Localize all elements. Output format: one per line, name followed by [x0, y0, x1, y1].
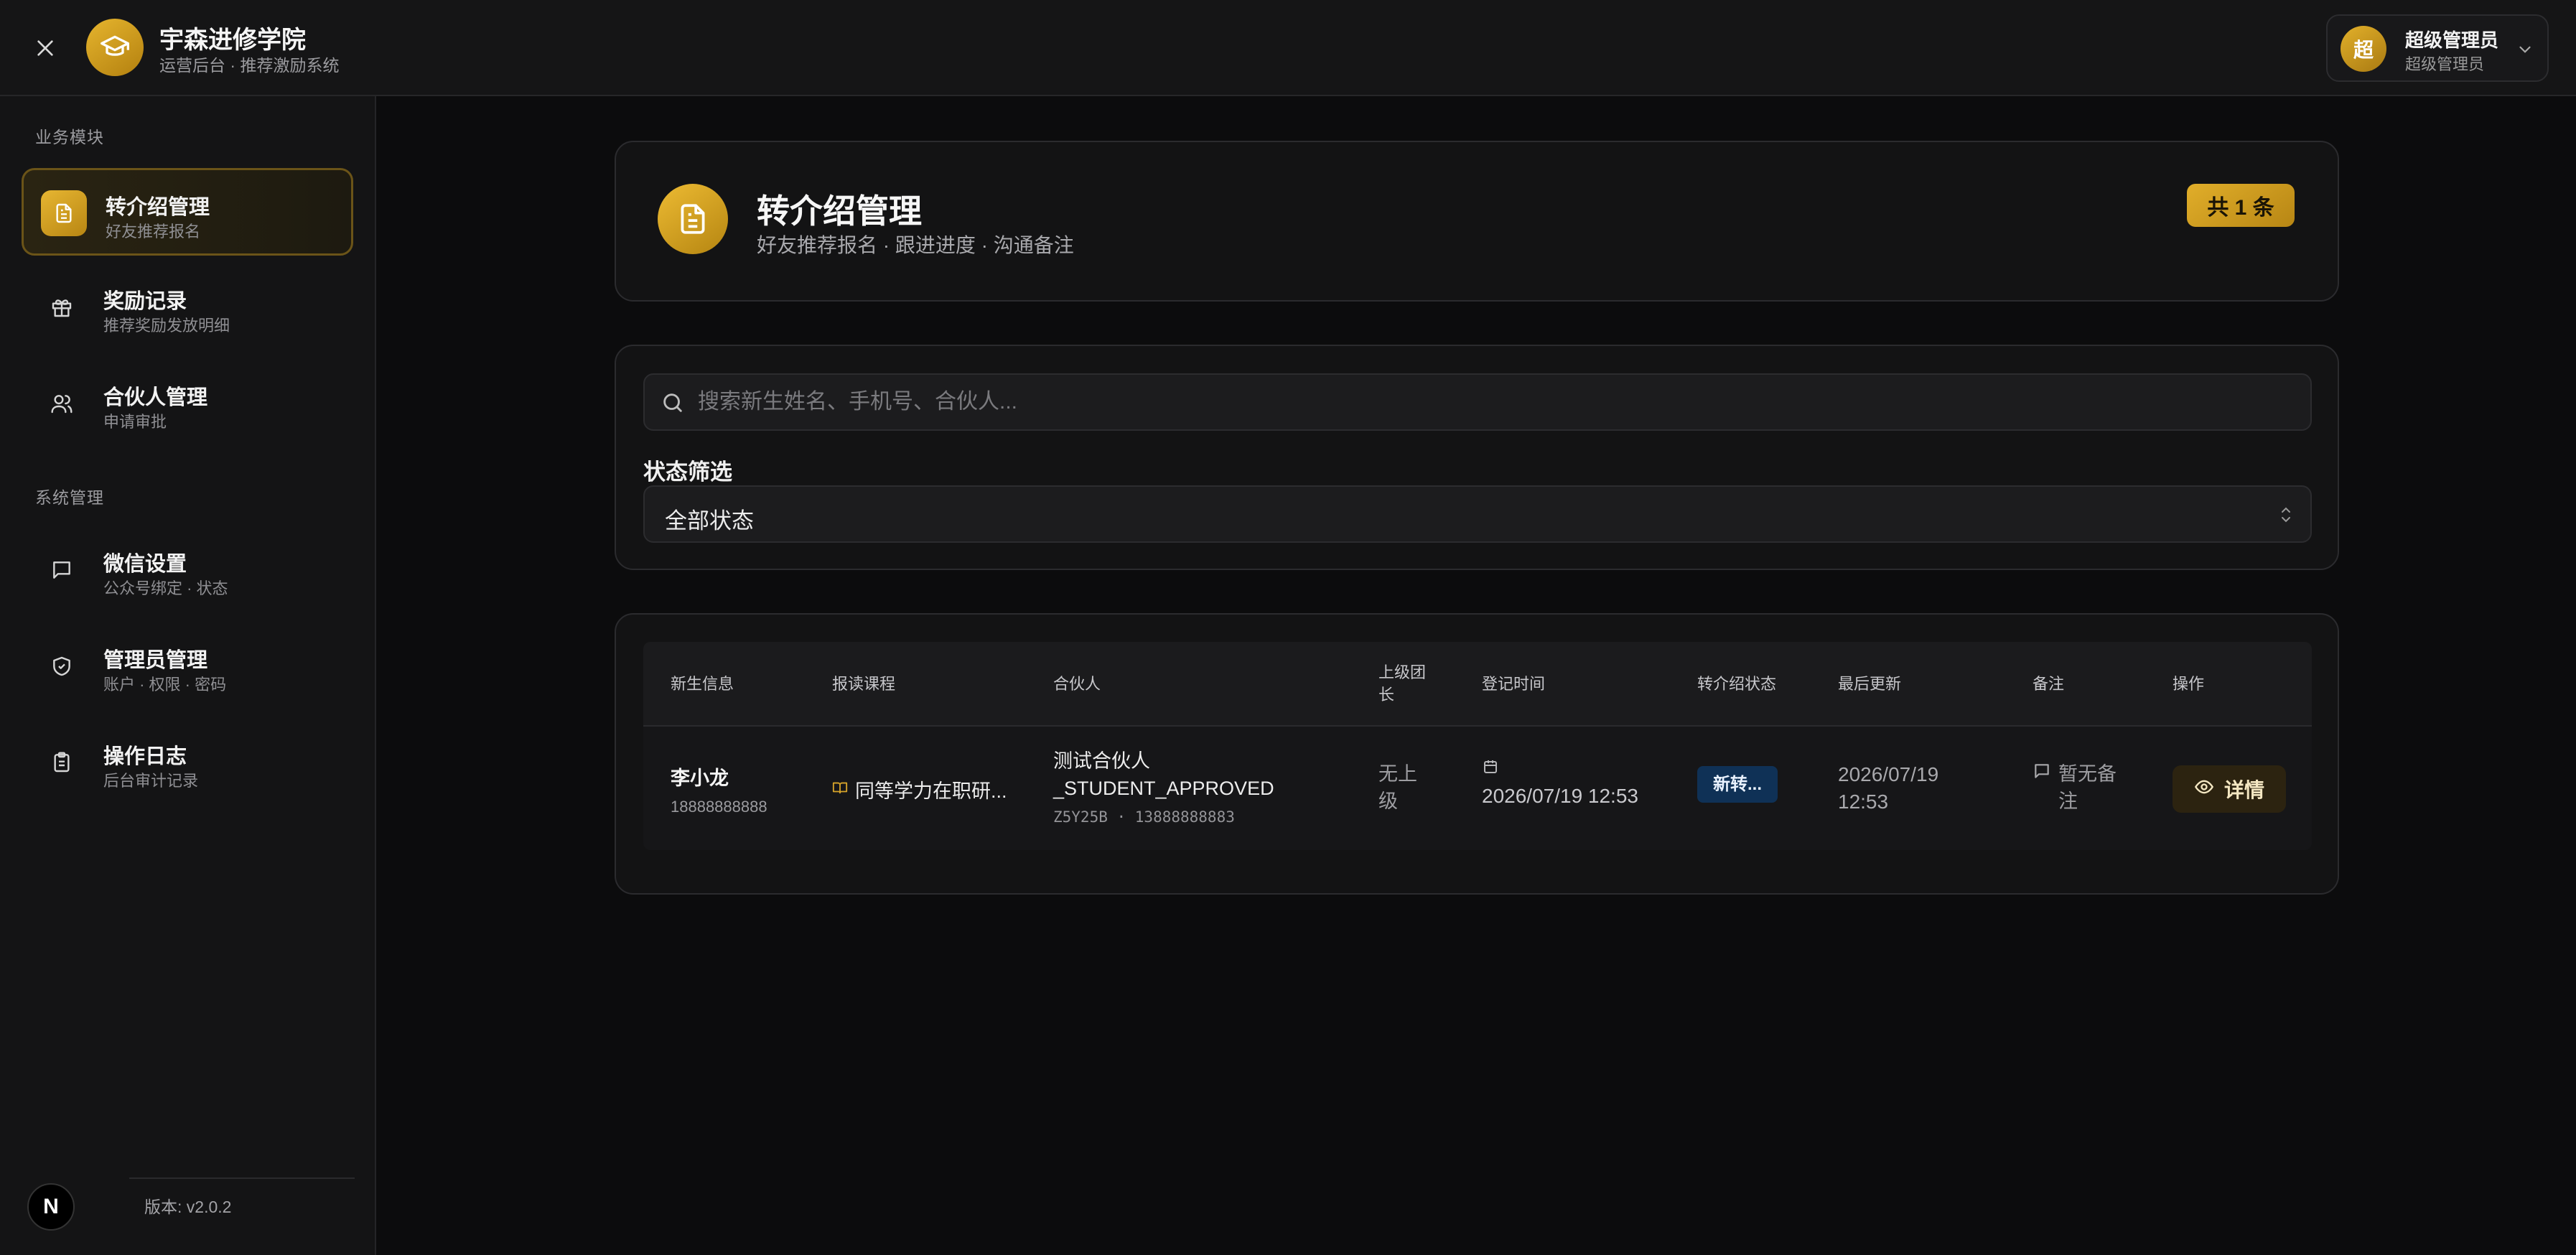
search-icon — [661, 391, 685, 419]
note-text: 暂无备注 — [2058, 763, 2117, 812]
student-phone: 18888888888 — [671, 798, 767, 816]
user-role: 超级管理员 — [2405, 55, 2485, 73]
column-header: 新生信息 — [671, 674, 734, 693]
graduation-cap-icon — [86, 19, 144, 76]
column-header: 上级团长 — [1378, 663, 1427, 704]
close-icon[interactable] — [29, 32, 62, 65]
note-cell: 暂无备注 — [2033, 761, 2140, 816]
referral-table-card: 新生信息 报读课程 合伙人 上级团长 登记时间 转介绍状态 最后更新 备注 操作… — [615, 613, 2339, 895]
column-header: 备注 — [2033, 674, 2065, 693]
filter-card: 状态筛选 全部状态 — [615, 345, 2339, 570]
sidebar-item-sublabel: 申请审批 — [103, 413, 167, 431]
document-icon — [658, 184, 728, 254]
brand-title: 宇森进修学院 — [159, 27, 306, 54]
updated-cell: 2026/07/19 12:53 — [1838, 763, 1939, 813]
chevron-down-icon — [2516, 40, 2534, 62]
page-header-card: 转介绍管理 好友推荐报名 · 跟进进度 · 沟通备注 共 1 条 — [615, 141, 2339, 302]
sidebar-item-referral[interactable]: 转介绍管理 好友推荐报名 — [22, 168, 353, 256]
sidebar-item-sublabel: 账户 · 权限 · 密码 — [103, 676, 227, 694]
page-title: 转介绍管理 — [757, 192, 922, 230]
sidebar-item-sublabel: 后台审计记录 — [103, 772, 199, 790]
student-cell: 李小龙 18888888888 — [671, 762, 767, 816]
divider — [129, 1177, 355, 1179]
sidebar-item-admins[interactable]: 管理员管理 账户 · 权限 · 密码 — [22, 623, 353, 711]
chevron-updown-icon — [2277, 504, 2295, 529]
user-menu[interactable]: 超 超级管理员 超级管理员 — [2326, 14, 2549, 82]
student-name: 李小龙 — [671, 768, 729, 789]
sidebar-item-label: 奖励记录 — [103, 290, 187, 313]
sidebar-item-sublabel: 公众号绑定 · 状态 — [103, 579, 228, 597]
user-name: 超级管理员 — [2405, 29, 2499, 51]
document-icon — [41, 190, 87, 236]
partner-cell: 测试合伙人_STUDENT_APPROVED Z5Y25B · 13888888… — [1053, 748, 1274, 826]
leader-cell: 无上级 — [1378, 763, 1417, 812]
status-select[interactable]: 全部状态 — [643, 485, 2312, 543]
clipboard-icon — [39, 740, 85, 785]
gift-icon — [39, 284, 85, 330]
calendar-icon — [1482, 760, 1499, 778]
sidebar-item-rewards[interactable]: 奖励记录 推荐奖励发放明细 — [22, 264, 353, 352]
table-row: 李小龙 18888888888 同等学力在职研... 测试合伙人_STUDENT… — [643, 727, 2312, 850]
status-filter-label: 状态筛选 — [643, 459, 732, 485]
eye-icon — [2194, 777, 2214, 802]
section-label-system: 系统管理 — [35, 488, 104, 507]
sidebar-item-logs[interactable]: 操作日志 后台审计记录 — [22, 719, 353, 807]
partner-meta: Z5Y25B · 13888888883 — [1053, 808, 1235, 826]
brand-subtitle: 运营后台 · 推荐激励系统 — [159, 56, 340, 75]
column-header: 转介绍状态 — [1697, 674, 1777, 693]
book-icon — [832, 778, 848, 801]
reg-time: 2026/07/19 12:53 — [1482, 785, 1638, 807]
count-badge: 共 1 条 — [2187, 184, 2295, 227]
sidebar-item-partners[interactable]: 合伙人管理 申请审批 — [22, 360, 353, 448]
avatar: 超 — [2341, 26, 2386, 72]
dev-badge[interactable]: N — [27, 1183, 75, 1231]
course-cell: 同等学力在职研... — [832, 775, 1019, 803]
section-label-business: 业务模块 — [35, 128, 104, 146]
partner-name: 测试合伙人_STUDENT_APPROVED — [1053, 750, 1274, 799]
status-badge: 新转... — [1697, 766, 1778, 803]
sidebar-item-label: 微信设置 — [103, 553, 187, 576]
table-header: 新生信息 报读课程 合伙人 上级团长 登记时间 转介绍状态 最后更新 备注 操作 — [643, 642, 2312, 727]
status-cell: 新转... — [1697, 766, 1778, 803]
chat-icon — [39, 547, 85, 593]
sidebar-item-label: 转介绍管理 — [106, 196, 210, 219]
reg-time-cell: 2026/07/19 12:53 — [1482, 758, 1638, 808]
sidebar-item-label: 操作日志 — [103, 745, 187, 768]
detail-button[interactable]: 详情 — [2173, 765, 2286, 813]
comment-icon — [2033, 761, 2051, 816]
top-bar: 宇森进修学院 运营后台 · 推荐激励系统 超 超级管理员 超级管理员 — [0, 0, 2576, 96]
column-header: 最后更新 — [1838, 674, 1902, 693]
search-box[interactable] — [643, 373, 2312, 431]
users-icon — [39, 381, 85, 426]
page-subtitle: 好友推荐报名 · 跟进进度 · 沟通备注 — [757, 234, 1074, 256]
sidebar-item-label: 合伙人管理 — [103, 386, 208, 409]
course-name: 同等学力在职研... — [855, 780, 1007, 802]
version-label: 版本: v2.0.2 — [144, 1198, 232, 1216]
column-header: 报读课程 — [832, 674, 896, 693]
status-select-value: 全部状态 — [665, 508, 754, 533]
shield-icon — [39, 643, 85, 689]
search-input[interactable] — [698, 375, 2292, 429]
sidebar-item-wechat[interactable]: 微信设置 公众号绑定 · 状态 — [22, 527, 353, 615]
sidebar-item-sublabel: 好友推荐报名 — [106, 223, 201, 241]
detail-button-label: 详情 — [2223, 779, 2264, 801]
action-cell: 详情 — [2173, 765, 2286, 813]
sidebar: 业务模块 转介绍管理 好友推荐报名 奖励记录 推荐奖励发放明细 合伙人管理 申请… — [0, 96, 376, 1255]
column-header: 登记时间 — [1482, 674, 1546, 693]
column-header: 合伙人 — [1053, 674, 1101, 693]
column-header: 操作 — [2173, 674, 2205, 693]
sidebar-item-label: 管理员管理 — [103, 649, 208, 672]
sidebar-item-sublabel: 推荐奖励发放明细 — [103, 317, 230, 335]
